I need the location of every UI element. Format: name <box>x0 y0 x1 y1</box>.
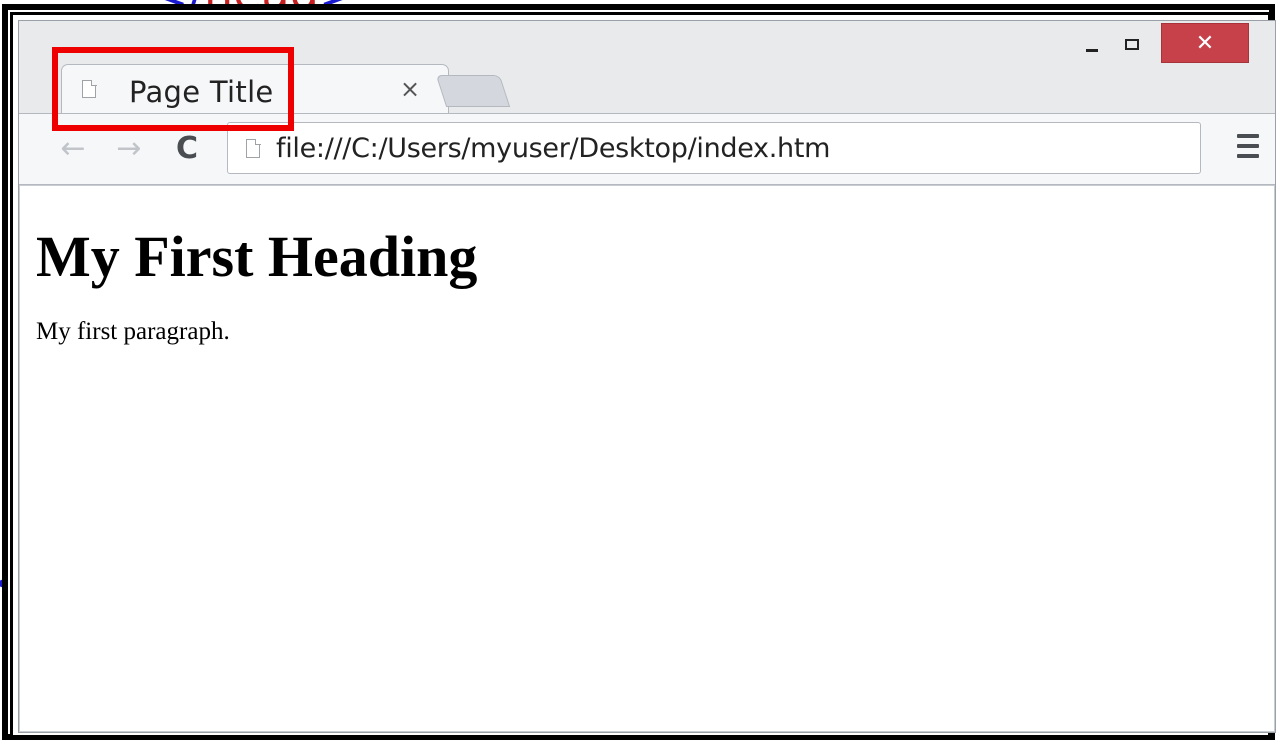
page-icon <box>246 138 261 158</box>
tab-close-icon[interactable]: × <box>400 75 420 103</box>
page-content: My First Heading My first paragraph. <box>19 185 1275 732</box>
new-tab-button[interactable] <box>435 75 511 107</box>
tab-strip: Page Title × ✕ <box>19 21 1275 116</box>
forward-arrow-icon[interactable]: → <box>111 130 147 166</box>
browser-window: Page Title × ✕ ← → C file:///C:/Users/my… <box>18 20 1276 733</box>
menu-icon[interactable] <box>1237 134 1259 158</box>
page-paragraph: My first paragraph. <box>36 317 230 345</box>
reload-icon[interactable]: C <box>169 130 205 166</box>
maximize-button[interactable] <box>1113 27 1151 61</box>
page-icon <box>82 80 96 98</box>
address-bar[interactable]: file:///C:/Users/myuser/Desktop/index.ht… <box>227 122 1201 174</box>
tab-page-title[interactable]: Page Title × <box>61 64 449 116</box>
tab-title: Page Title <box>129 75 274 109</box>
toolbar: ← → C file:///C:/Users/myuser/Desktop/in… <box>19 113 1275 185</box>
page-heading: My First Heading <box>36 224 478 289</box>
url-text[interactable]: file:///C:/Users/myuser/Desktop/index.ht… <box>276 133 830 164</box>
minimize-button[interactable] <box>1073 27 1111 61</box>
back-arrow-icon[interactable]: ← <box>55 130 91 166</box>
close-window-button[interactable]: ✕ <box>1161 23 1249 63</box>
